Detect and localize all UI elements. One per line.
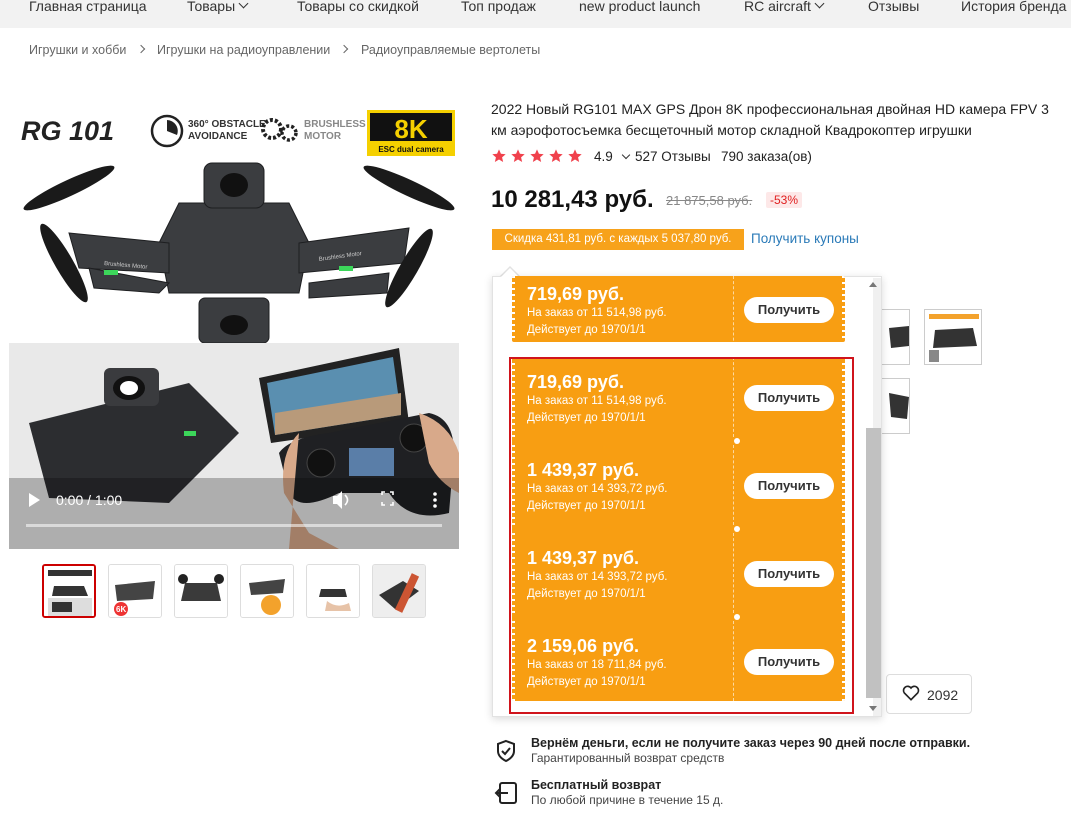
coupon-valid-until: Действует до 1970/1/1 [527,324,646,336]
thumbnail[interactable] [240,564,294,618]
guarantee-title: Вернём деньги, если не получите заказ че… [531,736,971,750]
guarantee-title: Бесплатный возврат [531,778,662,792]
chevron-down-icon [238,0,249,9]
nav-item-label: История бренда [961,0,1067,14]
star-icon [568,149,582,162]
current-price: 10 281,43 руб. [491,186,654,213]
highlight-box [509,357,854,714]
discount-badge: -53% [766,192,803,208]
coupon-card: 719,69 руб. На заказ от 11 514,98 руб. Д… [512,276,845,342]
svg-text:8K: 8K [394,114,427,144]
product-title: 2022 Новый RG101 MAX GPS Дрон 8K професс… [491,101,1049,138]
chevron-down-icon [621,150,631,160]
get-coupon-button[interactable]: Получить [744,297,834,323]
get-coupons-link[interactable]: Получить купоны [751,231,859,246]
coupon-min-order: На заказ от 11 514,98 руб. [527,307,667,319]
top-nav: Главная страница Товары Товары со скидко… [0,0,1071,28]
brand-logo: RG 101 [21,116,114,146]
breadcrumb-link[interactable]: Игрушки на радиоуправлении [157,43,330,57]
nav-item-products[interactable]: Товары [187,0,249,14]
svg-text:6K: 6K [116,605,126,614]
coupon-divider [512,349,845,357]
thumbnail[interactable] [174,564,228,618]
thumbnail[interactable] [306,564,360,618]
product-video[interactable]: RG 101 360° OBSTACLE AVOIDANCE BRUSHLESS… [9,93,459,549]
nav-item-home[interactable]: Главная страница [29,0,147,14]
nav-item-label: Отзывы [868,0,920,14]
guarantee-subtitle: Гарантированный возврат средств [531,751,725,765]
nav-item-new-launch[interactable]: new product launch [579,0,700,14]
nav-item-label: new product launch [579,0,701,14]
chevron-right-icon [136,44,146,54]
thumbnail[interactable] [372,564,426,618]
star-icon [530,149,544,162]
wishlist-count: 2092 [927,687,959,703]
wishlist-button[interactable]: 2092 [886,674,972,714]
shield-check-icon [497,739,515,763]
svg-text:BRUSHLESS: BRUSHLESS [304,119,366,130]
scroll-up-icon[interactable] [869,282,877,287]
scroll-down-icon[interactable] [869,706,877,711]
nav-item-label: Топ продаж [461,0,536,14]
svg-text:360° OBSTACLE: 360° OBSTACLE [188,119,266,130]
sku-thumbnail[interactable] [924,309,982,365]
scrollbar-thumb[interactable] [866,428,881,698]
video-progress [26,524,442,527]
nav-item-label: Товары [187,0,236,14]
coupon-strip[interactable]: Скидка 431,81 руб. с каждых 5 037,80 руб… [492,229,744,250]
svg-text:MOTOR: MOTOR [304,131,342,142]
nav-item-top-sales[interactable]: Топ продаж [461,0,536,14]
breadcrumb-link[interactable]: Радиоуправляемые вертолеты [361,43,540,57]
nav-item-label: Товары со скидкой [297,0,419,14]
chevron-right-icon [339,44,349,54]
nav-item-discount-products[interactable]: Товары со скидкой [297,0,419,14]
nav-item-brand-story[interactable]: История бренда [961,0,1066,14]
rating-value[interactable]: 4.9 [594,149,631,164]
breadcrumb-link[interactable]: Игрушки и хобби [29,43,126,57]
heart-icon [902,685,920,701]
orders-count: 790 заказа(ов) [721,149,812,164]
old-price: 21 875,58 руб. [666,193,753,208]
star-icon [492,149,506,162]
drone-image: RG 101 360° OBSTACLE AVOIDANCE BRUSHLESS… [9,93,459,549]
video-time: 0:00 / 1:00 [56,492,122,508]
star-icon [511,149,525,162]
nav-item-rc-aircraft[interactable]: RC aircraft [744,0,825,14]
nav-item-label: Главная страница [29,0,147,14]
star-icon [549,149,563,162]
coupon-amount: 719,69 руб. [527,284,624,304]
return-arrow-icon [494,782,517,804]
nav-item-label: RC aircraft [744,0,811,14]
guarantee-subtitle: По любой причине в течение 15 д. [531,793,724,807]
nav-item-reviews[interactable]: Отзывы [868,0,919,14]
rating-number: 4.9 [594,149,613,164]
svg-text:ESC dual camera: ESC dual camera [378,145,444,154]
chevron-down-icon [814,0,825,9]
thumbnail[interactable] [42,564,96,618]
svg-text:AVOIDANCE: AVOIDANCE [188,131,248,142]
reviews-count[interactable]: 527 Отзывы [635,149,711,164]
thumbnail[interactable]: 6K [108,564,162,618]
